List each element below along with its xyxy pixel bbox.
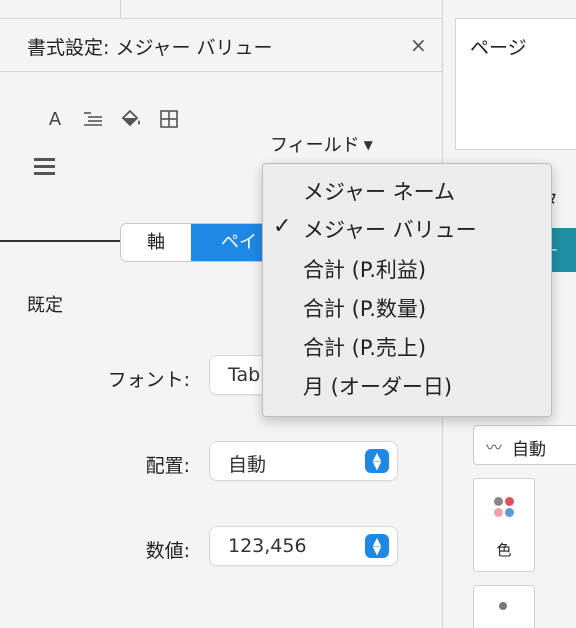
divider <box>0 240 120 242</box>
menu-item-label: 合計 (P.売上) <box>303 336 427 360</box>
line-chart-icon: 〰 <box>486 438 503 457</box>
section-default-label: 既定 <box>27 295 63 316</box>
color-mark-card[interactable]: 色 <box>473 478 535 572</box>
alignment-select-value: 自動 <box>228 454 267 476</box>
stepper-up-down-icon: ▲ ▼ <box>365 449 389 473</box>
menu-item-label: メジャー ネーム <box>303 180 455 204</box>
checkmark-icon: ✓ <box>273 214 292 239</box>
field-dropdown-menu: メジャー ネーム ✓ メジャー バリュー 合計 (P.利益) 合計 (P.数量)… <box>262 163 552 417</box>
list-bar <box>34 165 55 168</box>
menu-item-label: メジャー バリュー <box>303 218 477 242</box>
align-lines-icon <box>84 112 102 126</box>
format-pane-title: 書式設定: メジャー バリュー <box>27 37 273 59</box>
borders-grid-icon[interactable] <box>154 104 184 134</box>
paint-bucket-icon <box>121 109 140 127</box>
alignment-select[interactable]: 自動 ▲ ▼ <box>209 441 398 481</box>
alignment-row-label: 配置: <box>145 455 190 477</box>
font-format-icon[interactable]: A <box>40 104 70 134</box>
shading-paint-bucket-icon[interactable] <box>116 104 146 134</box>
menu-item-label: 月 (オーダー日) <box>303 375 453 399</box>
field-dropdown-label: フィールド <box>270 135 360 156</box>
list-bar <box>34 158 55 161</box>
menu-item-measure-names[interactable]: メジャー ネーム <box>263 172 551 208</box>
color-card-label: 色 <box>496 541 512 559</box>
tab-axis[interactable]: 軸 <box>121 224 191 261</box>
caret-down-icon: ▼ <box>363 138 373 152</box>
tableau-window: 書式設定: メジャー バリュー × A フィールド ▼ 軸 ペイ 既定 フォント… <box>0 0 576 628</box>
menu-item-sum-sales[interactable]: 合計 (P.売上) <box>263 328 551 364</box>
numbers-select-value: 123,456 <box>228 535 307 557</box>
font-row-label: フォント: <box>107 369 190 391</box>
font-format-glyph: A <box>48 108 62 130</box>
menu-item-label: 合計 (P.利益) <box>303 258 427 282</box>
pages-card[interactable]: ページ <box>455 18 576 150</box>
divider <box>120 0 121 18</box>
menu-item-sum-profit[interactable]: 合計 (P.利益) <box>263 250 551 286</box>
format-pane-header: 書式設定: メジャー バリュー × <box>0 19 442 72</box>
font-field-value: Tab <box>228 364 261 386</box>
top-strip <box>0 0 442 19</box>
marks-type-label: 自動 <box>512 440 546 460</box>
menu-item-measure-values[interactable]: ✓ メジャー バリュー <box>263 210 551 246</box>
numbers-select[interactable]: 123,456 ▲ ▼ <box>209 526 398 566</box>
marks-type-select[interactable]: 〰 自動 <box>473 425 576 465</box>
lines-format-icon[interactable] <box>34 156 60 178</box>
menu-item-month-order-date[interactable]: 月 (オーダー日) <box>263 367 551 403</box>
stepper-up-down-icon: ▲ ▼ <box>365 534 389 558</box>
field-dropdown[interactable]: フィールド ▼ <box>270 131 373 157</box>
menu-item-sum-quantity[interactable]: 合計 (P.数量) <box>263 289 551 325</box>
axis-pane-segmented-control: 軸 ペイ <box>120 223 284 262</box>
menu-item-label: 合計 (P.数量) <box>303 297 427 321</box>
size-dot-icon <box>499 602 507 610</box>
color-dots-icon <box>494 497 516 519</box>
numbers-row-label: 数値: <box>145 540 190 562</box>
grid-icon <box>160 110 178 128</box>
align-format-icon[interactable] <box>78 104 108 134</box>
close-icon[interactable]: × <box>410 33 427 57</box>
size-mark-card[interactable] <box>473 585 535 628</box>
list-bar <box>34 172 55 175</box>
pages-label: ページ <box>470 37 527 59</box>
